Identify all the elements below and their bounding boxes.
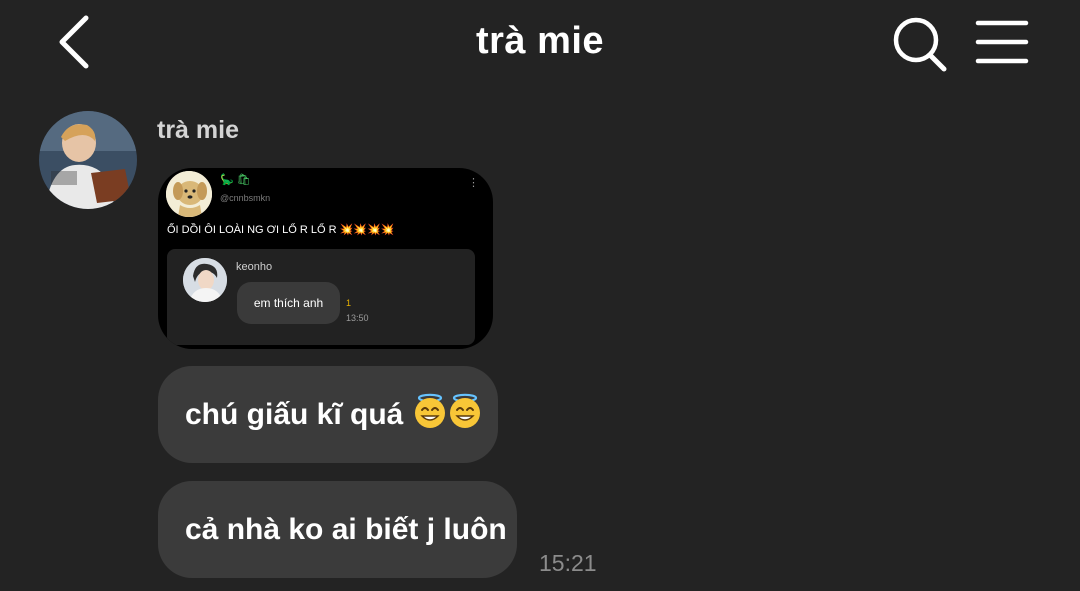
message-text: chú giấu kĩ quá	[185, 397, 404, 431]
post-text-emoji: 💥💥💥💥	[339, 224, 395, 236]
inner-chat-unread-count: 1	[346, 298, 352, 308]
post-badges: 🦕 🛍	[220, 174, 251, 186]
menu-button[interactable]	[970, 16, 1034, 70]
message-timestamp: 15:21	[539, 550, 597, 576]
avatar	[39, 111, 137, 209]
inner-chat-name: keonho	[236, 261, 273, 273]
post-handle: @cnnbsmkn	[220, 193, 271, 203]
message-text: cả nhà ko ai biết j luôn	[185, 512, 507, 546]
chat-header: trà mie	[0, 0, 1080, 90]
inner-chat-message: em thích anh	[237, 282, 340, 324]
search-icon	[893, 17, 947, 72]
shared-post-image[interactable]: 🦕 🛍 @cnnbsmkn ⋮ ỐI DỒI ÔI LOÀI NG ƠI LỔ …	[158, 168, 493, 349]
post-text-body: ỐI DỒI ÔI LOÀI NG ƠI LỔ R LỔ R	[167, 224, 337, 236]
sender-name: trà mie	[157, 116, 239, 144]
inner-chat-card: keonho em thích anh 1 13:50	[167, 249, 475, 345]
message-bubble[interactable]: chú giấu kĩ quá	[158, 366, 498, 463]
sender-avatar[interactable]	[39, 111, 137, 209]
search-button[interactable]	[888, 14, 952, 76]
inner-chat-time: 13:50	[346, 313, 369, 323]
hamburger-menu-icon	[975, 20, 1029, 64]
more-vertical-icon: ⋮	[468, 177, 479, 189]
message-bubble[interactable]: cả nhà ko ai biết j luôn	[158, 481, 517, 578]
post-text: ỐI DỒI ÔI LOÀI NG ƠI LỔ R LỔ R 💥💥💥💥	[167, 223, 394, 236]
inner-chat-avatar	[183, 258, 227, 302]
smiling-face-with-halo-icon	[413, 393, 483, 437]
post-author-avatar	[166, 171, 212, 217]
